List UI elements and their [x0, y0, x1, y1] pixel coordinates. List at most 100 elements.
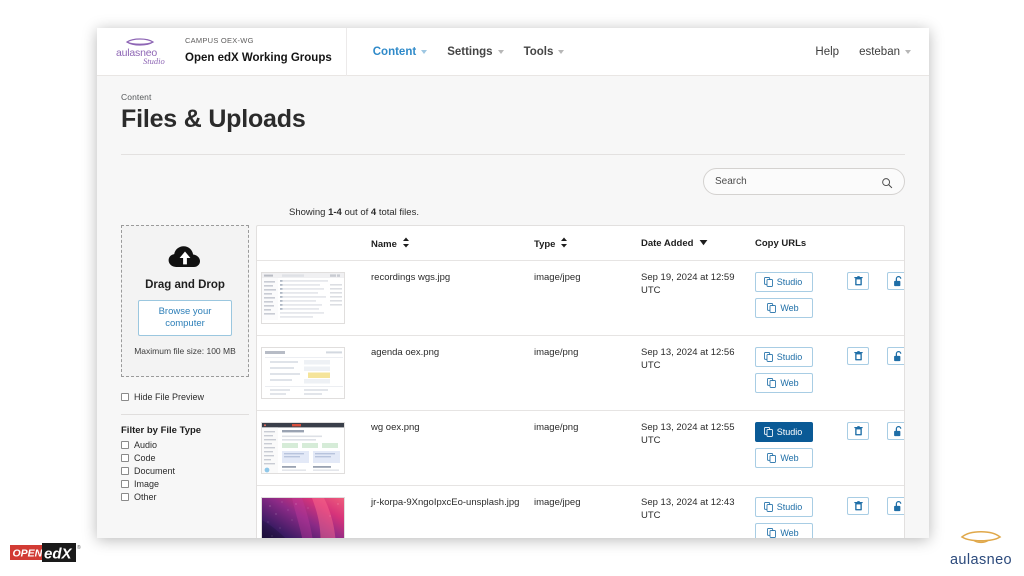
- filter-label-document: Document: [134, 466, 175, 476]
- search-box[interactable]: [703, 168, 905, 195]
- cell-lock: [883, 336, 905, 411]
- filter-label-audio: Audio: [134, 440, 157, 450]
- course-kicker: CAMPUS OEX-WG: [185, 37, 332, 46]
- filter-checkbox-image[interactable]: Image: [121, 479, 249, 489]
- table-row[interactable]: agenda oex.png image/png Sep 13, 2024 at…: [257, 336, 905, 411]
- aulasneo-studio-logo[interactable]: aulasneo Studio: [113, 35, 175, 69]
- unlock-file-button[interactable]: [887, 272, 905, 290]
- browse-computer-button[interactable]: Browse your computer: [138, 300, 232, 336]
- copy-web-url-button[interactable]: Web: [755, 373, 813, 393]
- search-icon[interactable]: [881, 176, 893, 188]
- checkbox-box[interactable]: [121, 467, 129, 475]
- checkbox-box[interactable]: [121, 454, 129, 462]
- col-header-copy-urls-label: Copy URLs: [755, 238, 806, 249]
- cell-file-name[interactable]: wg oex.png: [367, 411, 530, 486]
- cell-delete: [843, 336, 883, 411]
- col-header-name[interactable]: Name: [367, 226, 530, 261]
- files-table-body: recordings wgs.jpg image/jpeg Sep 19, 20…: [257, 261, 905, 539]
- help-link[interactable]: Help: [815, 46, 839, 58]
- nav-item-content-label: Content: [373, 46, 416, 58]
- title-divider: [121, 154, 905, 155]
- openedx-logo: OPEN edX ®: [8, 540, 84, 571]
- copy-studio-url-button[interactable]: Studio: [755, 497, 813, 517]
- webpage-thumbnail[interactable]: [261, 422, 345, 474]
- cell-file-name[interactable]: agenda oex.png: [367, 336, 530, 411]
- filter-checkbox-document[interactable]: Document: [121, 466, 249, 476]
- sort-desc-icon: [699, 239, 708, 246]
- nav-item-settings-label: Settings: [447, 46, 492, 58]
- unlock-file-button[interactable]: [887, 422, 905, 440]
- table-row[interactable]: wg oex.png image/png Sep 13, 2024 at 12:…: [257, 411, 905, 486]
- col-header-date-added-label: Date Added: [641, 238, 693, 249]
- breadcrumb[interactable]: Content: [121, 76, 905, 102]
- copy-icon: [767, 453, 776, 463]
- copy-studio-url-button[interactable]: Studio: [755, 347, 813, 367]
- copy-web-url-button[interactable]: Web: [755, 298, 813, 318]
- checkbox-box[interactable]: [121, 393, 129, 401]
- copy-studio-url-button[interactable]: Studio: [755, 272, 813, 292]
- unlock-file-button[interactable]: [887, 347, 905, 365]
- copy-web-url-button[interactable]: Web: [755, 523, 813, 538]
- cell-date-added: Sep 13, 2024 at 12:56 UTC: [637, 336, 751, 411]
- main-nav: Content Settings Tools: [373, 46, 565, 58]
- files-table-head: Name Type: [257, 226, 905, 261]
- copy-web-url-label: Web: [780, 303, 798, 313]
- checkbox-box[interactable]: [121, 480, 129, 488]
- filter-checkbox-other[interactable]: Other: [121, 492, 249, 502]
- trash-icon: [854, 501, 863, 511]
- document-thumbnail[interactable]: [261, 347, 345, 399]
- unlock-icon: [893, 351, 904, 362]
- delete-file-button[interactable]: [847, 272, 869, 290]
- filter-label-other: Other: [134, 492, 157, 502]
- delete-file-button[interactable]: [847, 347, 869, 365]
- filter-by-file-type-title: Filter by File Type: [121, 425, 249, 436]
- page-title: Files & Uploads: [121, 105, 905, 134]
- cell-lock: [883, 486, 905, 539]
- user-menu[interactable]: esteban: [859, 46, 911, 58]
- dropzone-title: Drag and Drop: [145, 279, 225, 291]
- checkbox-box[interactable]: [121, 441, 129, 449]
- max-file-size-text: Maximum file size: 100 MB: [134, 346, 236, 357]
- chevron-down-icon: [498, 50, 504, 54]
- delete-file-button[interactable]: [847, 422, 869, 440]
- content-columns: Drag and Drop Browse your computer Maxim…: [121, 225, 905, 538]
- filter-checkbox-audio[interactable]: Audio: [121, 440, 249, 450]
- copy-studio-url-button[interactable]: Studio: [755, 422, 813, 442]
- cell-thumbnail: [257, 336, 367, 411]
- filter-checkbox-code[interactable]: Code: [121, 453, 249, 463]
- search-input[interactable]: [715, 176, 881, 187]
- copy-web-url-button[interactable]: Web: [755, 448, 813, 468]
- cell-copy-urls: Studio Web: [751, 336, 843, 411]
- cell-delete: [843, 261, 883, 336]
- cloud-upload-icon: [168, 245, 202, 274]
- checkbox-box[interactable]: [121, 493, 129, 501]
- cell-copy-urls: Studio Web: [751, 411, 843, 486]
- cell-delete: [843, 486, 883, 539]
- cell-file-type: image/jpeg: [530, 486, 637, 539]
- copy-icon: [764, 427, 773, 437]
- nav-item-tools[interactable]: Tools: [524, 46, 565, 58]
- svg-text:®: ®: [77, 544, 81, 551]
- dropzone[interactable]: Drag and Drop Browse your computer Maxim…: [121, 225, 249, 377]
- col-header-date-added[interactable]: Date Added: [637, 226, 751, 261]
- copy-icon: [764, 277, 773, 287]
- aurora-photo-thumbnail[interactable]: [261, 497, 345, 538]
- nav-item-settings[interactable]: Settings: [447, 46, 503, 58]
- files-table: Name Type: [257, 226, 905, 538]
- table-row[interactable]: jr-korpa-9XngoIpxcEo-unsplash.jpg image/…: [257, 486, 905, 539]
- cell-file-name[interactable]: recordings wgs.jpg: [367, 261, 530, 336]
- col-header-type[interactable]: Type: [530, 226, 637, 261]
- nav-item-tools-label: Tools: [524, 46, 554, 58]
- spreadsheet-thumbnail[interactable]: [261, 272, 345, 324]
- copy-studio-url-label: Studio: [777, 502, 803, 512]
- delete-file-button[interactable]: [847, 497, 869, 515]
- hide-file-preview-label: Hide File Preview: [134, 392, 204, 402]
- table-row[interactable]: recordings wgs.jpg image/jpeg Sep 19, 20…: [257, 261, 905, 336]
- hide-file-preview-checkbox[interactable]: Hide File Preview: [121, 392, 249, 402]
- unlock-file-button[interactable]: [887, 497, 905, 515]
- cell-delete: [843, 411, 883, 486]
- cell-copy-urls: Studio Web: [751, 261, 843, 336]
- nav-item-content[interactable]: Content: [373, 46, 427, 58]
- cell-file-name[interactable]: jr-korpa-9XngoIpxcEo-unsplash.jpg: [367, 486, 530, 539]
- copy-studio-url-label: Studio: [777, 352, 803, 362]
